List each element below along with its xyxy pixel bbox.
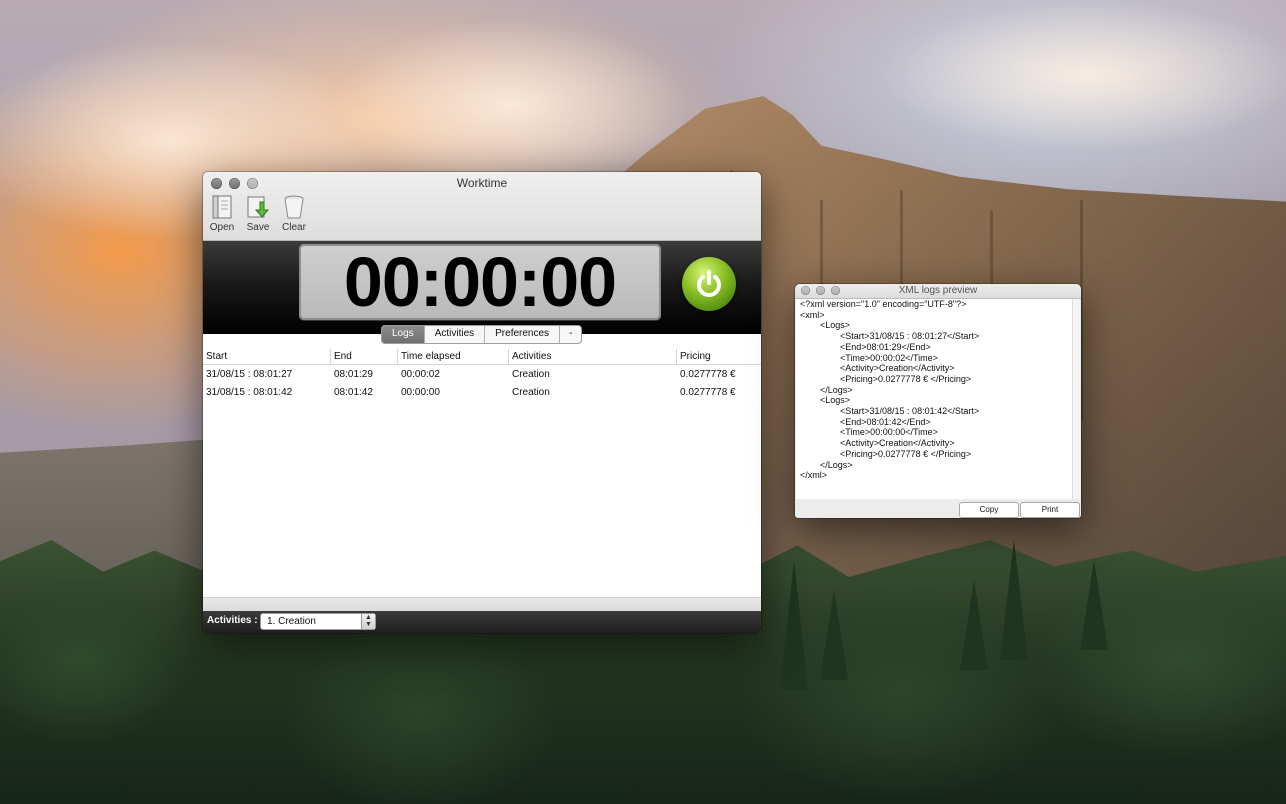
xml-line: <Logs> [800,320,851,331]
table-row[interactable]: 31/08/15 : 08:01:27 08:01:29 00:00:02 Cr… [203,366,761,384]
logs-table: Start End Time elapsed Activities Pricin… [203,334,761,598]
timer-band: 00:00:00 [203,241,761,334]
xml-line: <Activity>Creation</Activity> [800,438,955,449]
xml-line: <End>08:01:42</End> [800,416,931,427]
xml-line: </Logs> [800,384,853,395]
tab-logs[interactable]: Logs [382,326,425,343]
tree [820,590,848,680]
activity-select[interactable]: 1. Creation ▲ ▼ [260,613,376,630]
clear-button[interactable]: Clear [279,192,309,233]
cell-start: 31/08/15 : 08:01:27 [206,369,293,380]
save-label: Save [246,222,270,233]
table-header: Start End Time elapsed Activities Pricin… [203,349,761,365]
title-bar: Worktime Open Save Clear [203,172,761,241]
xml-title-bar: XML logs preview [795,284,1081,299]
open-button[interactable]: Open [207,192,237,233]
open-icon [207,192,237,222]
toolbar: Open Save Clear [207,192,309,233]
horizontal-scrollbar[interactable] [203,597,761,611]
save-icon [243,192,273,222]
open-label: Open [209,222,235,233]
vertical-scrollbar[interactable] [1072,299,1080,499]
column-header-time-elapsed[interactable]: Time elapsed [398,349,509,364]
tree [780,560,808,690]
cell-time-elapsed: 00:00:00 [401,387,440,398]
cell-end: 08:01:42 [334,387,373,398]
xml-line: <Activity>Creation</Activity> [800,363,955,374]
power-icon [697,270,721,297]
activity-select-value: 1. Creation [267,616,316,627]
table-row[interactable]: 31/08/15 : 08:01:42 08:01:42 00:00:00 Cr… [203,384,761,402]
segmented-tabs: Logs Activities Preferences - [381,325,583,344]
tree [1080,560,1108,650]
cell-time-elapsed: 00:00:02 [401,369,440,380]
xml-button-bar: Copy Print [795,500,1081,518]
xml-line: <Start>31/08/15 : 08:01:42</Start> [800,406,980,417]
print-button[interactable]: Print [1020,502,1080,518]
clear-label: Clear [282,222,306,233]
bottom-bar: Activities : 1. Creation ▲ ▼ [203,611,761,633]
activities-label: Activities : [207,615,258,626]
trash-icon [279,192,309,222]
xml-line: <?xml version="1.0" encoding="UTF-8"?> [800,299,967,309]
copy-button[interactable]: Copy [959,502,1019,518]
xml-line: <Time>00:00:02</Time> [800,352,938,363]
cell-activity: Creation [512,387,550,398]
xml-text-view[interactable]: <?xml version="1.0" encoding="UTF-8"?> <x… [796,299,1072,499]
cloud [880,0,1286,150]
cell-activity: Creation [512,369,550,380]
xml-line: <Pricing>0.0277778 € </Pricing> [800,448,972,459]
column-header-pricing[interactable]: Pricing [677,349,761,364]
tree [960,580,988,670]
column-header-start[interactable]: Start [203,349,331,364]
tree [1000,540,1028,660]
window-title: Worktime [456,176,508,190]
stepper-icon: ▲ ▼ [361,614,375,629]
cell-pricing: 0.0277778 € [680,387,736,398]
tab-minus[interactable]: - [560,326,581,343]
xml-line: <Time>00:00:00</Time> [800,427,938,438]
xml-line: <Start>31/08/15 : 08:01:27</Start> [800,331,980,342]
xml-preview-window: XML logs preview <?xml version="1.0" enc… [795,284,1081,518]
cell-pricing: 0.0277778 € [680,369,736,380]
tab-preferences[interactable]: Preferences [485,326,561,343]
xml-line: </Logs> [800,459,853,470]
xml-line: <Logs> [800,395,851,406]
column-header-activities[interactable]: Activities [509,349,677,364]
xml-line: <xml> [800,309,825,320]
worktime-window: Worktime Open Save Clear 00:00:00 Logs A… [203,172,761,633]
start-stop-button[interactable] [682,257,736,311]
xml-line: </xml> [800,470,828,481]
cell-start: 31/08/15 : 08:01:42 [206,387,293,398]
column-header-end[interactable]: End [331,349,398,364]
save-button[interactable]: Save [243,192,273,233]
xml-line: <End>08:01:29</End> [800,341,931,352]
tab-activities[interactable]: Activities [425,326,486,343]
xml-window-title: XML logs preview [898,285,978,296]
timer-display: 00:00:00 [299,243,661,321]
xml-line: <Pricing>0.0277778 € </Pricing> [800,373,972,384]
cell-end: 08:01:29 [334,369,373,380]
